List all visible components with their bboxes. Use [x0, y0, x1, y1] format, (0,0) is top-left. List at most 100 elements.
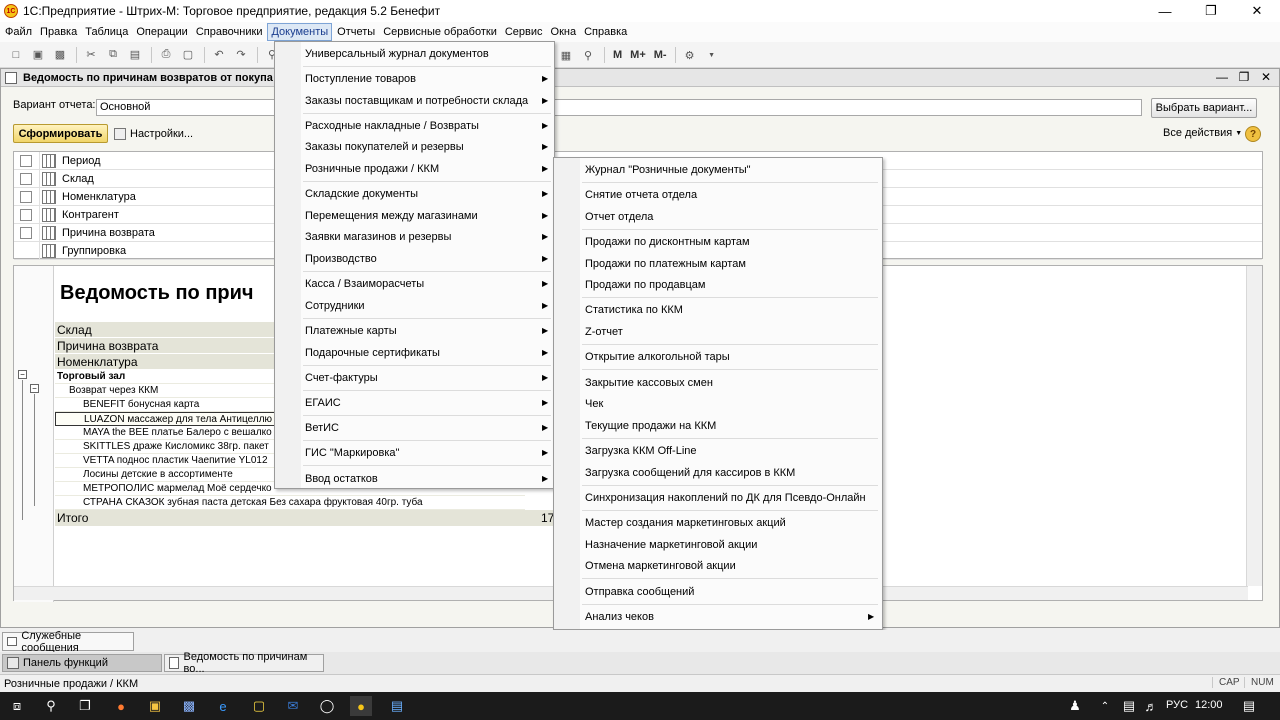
menu-item-opening-balances[interactable]: Ввод остатков: [305, 473, 378, 485]
submenu-item-retail-journal[interactable]: Журнал "Розничные документы": [585, 164, 751, 176]
menu-catalogs[interactable]: Справочники: [193, 23, 266, 41]
memory-plus-button[interactable]: M+: [626, 49, 650, 61]
tab-report-window[interactable]: Ведомость по причинам во...: [164, 651, 324, 675]
period-checkbox[interactable]: [20, 154, 32, 167]
close-icon[interactable]: ✕: [1234, 0, 1280, 22]
choose-variant-button[interactable]: Выбрать вариант...: [1151, 98, 1257, 118]
menu-item-customer-orders[interactable]: Заказы покупателей и резервы: [305, 141, 464, 153]
menu-help[interactable]: Справка: [581, 23, 630, 41]
submenu-item-current-sales[interactable]: Текущие продажи на ККМ: [585, 420, 716, 432]
submenu-item-seller-sales[interactable]: Продажи по продавцам: [585, 279, 705, 291]
network-icon[interactable]: ▤: [1118, 696, 1140, 716]
store-icon[interactable]: ▩: [178, 696, 200, 716]
doc-close-icon[interactable]: ✕: [1255, 70, 1277, 84]
menu-service-processing[interactable]: Сервисные обработки: [380, 23, 500, 41]
submenu-item-kkm-statistics[interactable]: Статистика по ККМ: [585, 304, 683, 316]
submenu-item-alcohol-opening[interactable]: Открытие алкогольной тары: [585, 351, 730, 363]
copy-icon[interactable]: ⧉: [103, 46, 123, 64]
doc-minimize-icon[interactable]: —: [1211, 70, 1233, 84]
warehouse-checkbox[interactable]: [20, 172, 32, 185]
return-reason-checkbox[interactable]: [20, 226, 32, 239]
menu-item-store-transfers[interactable]: Перемещения между магазинами: [305, 210, 478, 222]
nomenclature-checkbox[interactable]: [20, 190, 32, 203]
task-view-icon[interactable]: ❐: [74, 696, 96, 716]
paste-icon[interactable]: ▤: [125, 46, 145, 64]
undo-icon[interactable]: ↶: [209, 46, 229, 64]
menu-service[interactable]: Сервис: [502, 23, 546, 41]
menu-item-goods-receipt[interactable]: Поступление товаров: [305, 73, 416, 85]
menu-item-vetis[interactable]: ВетИС: [305, 422, 339, 434]
submenu-item-cashier-messages-load[interactable]: Загрузка сообщений для кассиров в ККМ: [585, 467, 795, 479]
menu-item-invoices[interactable]: Счет-фактуры: [305, 372, 378, 384]
minimize-icon[interactable]: —: [1142, 0, 1188, 22]
service-messages-button[interactable]: Служебные сообщения: [2, 630, 134, 654]
total-row[interactable]: Итого 17: [55, 510, 555, 526]
table-row[interactable]: СТРАНА СКАЗОК зубная паста детская Без с…: [55, 496, 525, 510]
menu-item-egais[interactable]: ЕГАИС: [305, 397, 341, 409]
submenu-item-dk-sync[interactable]: Синхронизация накоплений по ДК для Псевд…: [585, 492, 866, 504]
menu-operations[interactable]: Операции: [133, 23, 190, 41]
vertical-scrollbar[interactable]: [1246, 266, 1262, 586]
toolbar-options-icon[interactable]: ▼: [702, 46, 722, 64]
submenu-item-department-report-removal[interactable]: Снятие отчета отдела: [585, 189, 697, 201]
menu-edit[interactable]: Правка: [37, 23, 80, 41]
notifications-icon[interactable]: ▤: [1238, 696, 1260, 716]
app-icon[interactable]: ◯: [316, 696, 338, 716]
memory-minus-button[interactable]: M-: [650, 49, 671, 61]
doc-restore-icon[interactable]: ❐: [1233, 70, 1255, 84]
edge-icon[interactable]: e: [212, 696, 234, 716]
menu-item-retail-sales[interactable]: Розничные продажи / ККМ: [305, 163, 439, 175]
menu-item-cash[interactable]: Касса / Взаиморасчеты: [305, 278, 424, 290]
save-icon[interactable]: ▩: [50, 46, 70, 64]
windows-start-icon[interactable]: ⧈: [6, 696, 28, 716]
menu-file[interactable]: Файл: [2, 23, 35, 41]
new-file-icon[interactable]: □: [6, 46, 26, 64]
menu-windows[interactable]: Окна: [548, 23, 580, 41]
memory-button[interactable]: M: [609, 49, 626, 61]
tab-functions-panel[interactable]: Панель функций: [2, 654, 162, 672]
language-indicator[interactable]: РУС: [1166, 699, 1188, 711]
menu-item-production[interactable]: Производство: [305, 253, 377, 265]
submenu-item-department-report[interactable]: Отчет отдела: [585, 211, 653, 223]
menu-item-store-requests[interactable]: Заявки магазинов и резервы: [305, 231, 451, 243]
submenu-item-discount-card-sales[interactable]: Продажи по дисконтным картам: [585, 236, 750, 248]
notes-icon[interactable]: ▢: [248, 696, 270, 716]
firefox-icon[interactable]: ●: [110, 696, 132, 716]
tools-icon[interactable]: ⚙: [680, 46, 700, 64]
generate-button[interactable]: Сформировать: [13, 124, 108, 143]
print-preview-icon[interactable]: ▢: [178, 46, 198, 64]
redo-icon[interactable]: ↷: [231, 46, 251, 64]
outlook-icon[interactable]: ✉: [282, 696, 304, 716]
menu-item-payment-cards[interactable]: Платежные карты: [305, 325, 397, 337]
search-icon[interactable]: ⚲: [40, 696, 62, 716]
submenu-item-receipt[interactable]: Чек: [585, 398, 603, 410]
open-folder-icon[interactable]: ▣: [28, 46, 48, 64]
menu-item-gift-certificates[interactable]: Подарочные сертификаты: [305, 347, 440, 359]
menu-item-universal-journal[interactable]: Универсальный журнал документов: [305, 48, 489, 60]
submenu-item-marketing-cancel[interactable]: Отмена маркетинговой акции: [585, 560, 736, 572]
1c-app-icon[interactable]: ●: [350, 696, 372, 716]
submenu-item-marketing-wizard[interactable]: Мастер создания маркетинговых акций: [585, 517, 786, 529]
menu-item-warehouse-docs[interactable]: Складские документы: [305, 188, 418, 200]
calculator-icon[interactable]: ▦: [556, 46, 576, 64]
submenu-item-z-report[interactable]: Z-отчет: [585, 326, 623, 338]
submenu-item-send-messages[interactable]: Отправка сообщений: [585, 586, 694, 598]
variant-input[interactable]: Основной: [96, 99, 1142, 116]
help-icon[interactable]: ?: [1245, 126, 1261, 142]
cut-icon[interactable]: ✂: [81, 46, 101, 64]
clock[interactable]: 12:00: [1195, 699, 1223, 711]
collapse-icon[interactable]: −: [30, 384, 39, 393]
submenu-item-receipt-analysis[interactable]: Анализ чеков: [585, 611, 654, 623]
menu-item-gis-marking[interactable]: ГИС "Маркировка": [305, 447, 399, 459]
print-icon[interactable]: ⎙: [156, 46, 176, 64]
menu-item-employees[interactable]: Сотрудники: [305, 300, 365, 312]
all-actions-menu[interactable]: Все действия ▼: [1163, 127, 1242, 139]
volume-icon[interactable]: ♬: [1140, 696, 1162, 716]
settings-button[interactable]: Настройки...: [114, 125, 193, 143]
menu-documents[interactable]: Документы: [267, 23, 333, 41]
submenu-item-kkm-offline-load[interactable]: Загрузка ККМ Off-Line: [585, 445, 697, 457]
file-explorer-icon[interactable]: ▣: [144, 696, 166, 716]
counterparty-checkbox[interactable]: [20, 208, 32, 221]
tray-chevron-icon[interactable]: ⌃: [1094, 696, 1116, 716]
people-icon[interactable]: ♟: [1064, 696, 1086, 716]
